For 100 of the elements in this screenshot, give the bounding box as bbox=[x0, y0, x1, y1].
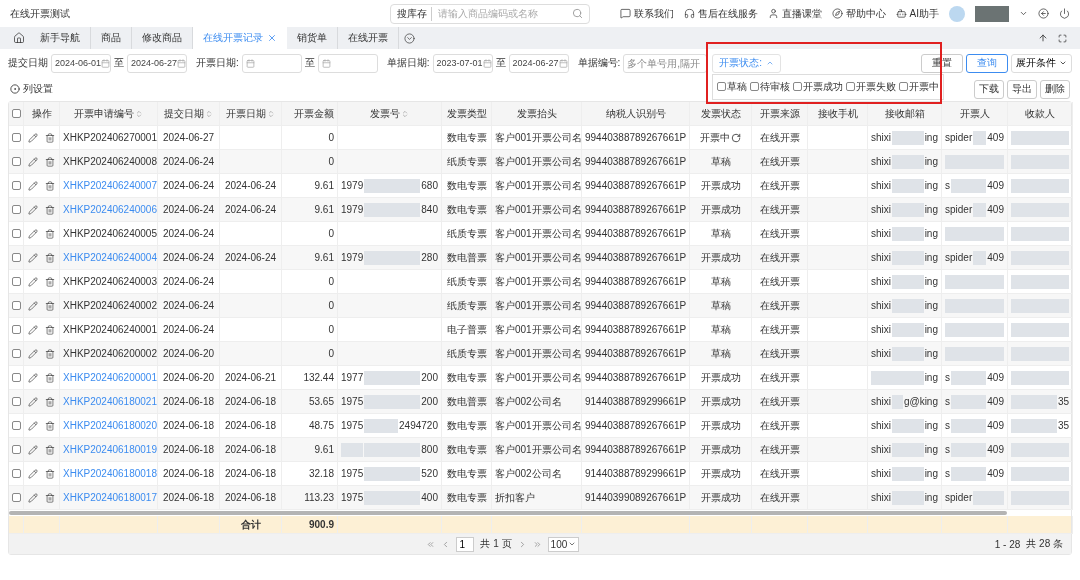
checkbox[interactable] bbox=[11, 373, 21, 382]
checkbox[interactable] bbox=[11, 445, 21, 454]
edit-icon[interactable] bbox=[28, 492, 38, 503]
edit-icon[interactable] bbox=[28, 396, 38, 407]
checkbox[interactable] bbox=[11, 205, 21, 214]
calendar-icon[interactable] bbox=[177, 58, 187, 68]
page-size-select[interactable]: 100 bbox=[547, 536, 580, 552]
tab[interactable]: 商品 bbox=[91, 27, 132, 49]
edit-icon[interactable] bbox=[28, 252, 38, 263]
expand-button[interactable]: 展开条件 bbox=[1011, 53, 1072, 73]
checkbox[interactable] bbox=[11, 253, 21, 262]
power-icon[interactable] bbox=[1059, 8, 1070, 19]
edit-icon[interactable] bbox=[28, 468, 38, 479]
checkbox[interactable] bbox=[750, 82, 760, 91]
edit-icon[interactable] bbox=[28, 420, 38, 431]
delete-icon[interactable] bbox=[45, 420, 55, 431]
checkbox[interactable] bbox=[717, 82, 727, 91]
search-box[interactable]: 搜库存 请输入商品编码或名称 bbox=[389, 3, 590, 24]
edit-icon[interactable] bbox=[28, 156, 38, 167]
column-header[interactable]: 开票人 bbox=[959, 106, 990, 121]
close-icon[interactable] bbox=[267, 33, 277, 43]
checkbox[interactable] bbox=[899, 82, 909, 91]
column-header[interactable]: 开票日期 bbox=[226, 106, 266, 121]
edit-icon[interactable] bbox=[28, 372, 38, 383]
option-label[interactable]: 待审核 bbox=[760, 79, 791, 94]
action-button[interactable]: 下载 bbox=[974, 79, 1004, 99]
back-icon[interactable] bbox=[1038, 8, 1049, 19]
edit-icon[interactable] bbox=[28, 132, 38, 143]
option-label[interactable]: 开票中 bbox=[909, 79, 940, 94]
delete-icon[interactable] bbox=[45, 396, 55, 407]
column-header[interactable]: 发票状态 bbox=[700, 106, 741, 121]
date-field[interactable]: 2024-06-01 bbox=[51, 53, 111, 73]
delete-icon[interactable] bbox=[45, 492, 55, 503]
calendar-icon[interactable] bbox=[558, 58, 568, 68]
date-field[interactable] bbox=[241, 53, 302, 73]
checkbox[interactable] bbox=[11, 421, 21, 430]
column-header[interactable]: 接收手机 bbox=[817, 106, 858, 121]
search-icon[interactable] bbox=[571, 8, 583, 19]
checkbox[interactable] bbox=[11, 229, 21, 238]
column-header[interactable]: 发票抬头 bbox=[516, 106, 557, 121]
header-link[interactable]: 售后在线服务 bbox=[683, 6, 758, 21]
edit-icon[interactable] bbox=[28, 444, 38, 455]
date-field[interactable]: 2023-07-01 bbox=[432, 53, 493, 73]
column-header[interactable]: 接收邮箱 bbox=[884, 106, 925, 121]
date-field[interactable]: 2024-06-27 bbox=[508, 53, 569, 73]
delete-icon[interactable] bbox=[45, 372, 55, 383]
input-field[interactable]: 多个单号用,隔开 bbox=[623, 53, 708, 73]
edit-icon[interactable] bbox=[28, 204, 38, 215]
tab[interactable]: 在线开票记录 bbox=[193, 27, 287, 49]
checkbox[interactable] bbox=[846, 82, 856, 91]
column-header[interactable]: 开票来源 bbox=[759, 106, 800, 121]
tab[interactable]: 新手导航 bbox=[30, 27, 91, 49]
checkbox[interactable] bbox=[11, 493, 21, 502]
date-field[interactable] bbox=[317, 53, 378, 73]
checkbox[interactable] bbox=[793, 82, 803, 91]
checkbox[interactable] bbox=[11, 349, 21, 358]
column-header[interactable]: 开票申请编号 bbox=[74, 106, 134, 121]
edit-icon[interactable] bbox=[28, 300, 38, 311]
delete-icon[interactable] bbox=[45, 468, 55, 479]
edit-icon[interactable] bbox=[28, 348, 38, 359]
column-header[interactable]: 操作 bbox=[31, 106, 52, 121]
column-header[interactable]: 发票类型 bbox=[446, 106, 487, 121]
scrollbar[interactable] bbox=[9, 511, 1008, 515]
delete-icon[interactable] bbox=[45, 348, 55, 359]
date-field[interactable]: 2024-06-27 bbox=[127, 53, 187, 73]
header-link[interactable]: AI助手 bbox=[895, 6, 939, 21]
tab[interactable]: 销货单 bbox=[287, 27, 338, 49]
delete-icon[interactable] bbox=[45, 276, 55, 287]
checkbox[interactable] bbox=[11, 181, 21, 190]
checkbox[interactable] bbox=[11, 301, 21, 310]
edit-icon[interactable] bbox=[28, 324, 38, 335]
status-dropdown[interactable]: 开票状态: bbox=[712, 53, 782, 73]
delete-icon[interactable] bbox=[45, 132, 55, 143]
tab[interactable]: 在线开票 bbox=[338, 27, 399, 49]
calendar-icon[interactable] bbox=[245, 58, 255, 68]
header-link[interactable]: 联系我们 bbox=[619, 6, 674, 21]
query-button[interactable]: 查询 bbox=[966, 53, 1008, 73]
column-header[interactable]: 提交日期 bbox=[164, 106, 204, 121]
refresh-icon[interactable] bbox=[731, 132, 741, 143]
calendar-icon[interactable] bbox=[321, 58, 331, 68]
column-header[interactable]: 纳税人识别号 bbox=[605, 106, 666, 121]
header-link[interactable]: 帮助中心 bbox=[831, 6, 886, 21]
delete-icon[interactable] bbox=[45, 156, 55, 167]
select-all-checkbox[interactable] bbox=[11, 109, 21, 118]
checkbox[interactable] bbox=[11, 397, 21, 406]
caret-icon[interactable] bbox=[1019, 9, 1028, 18]
delete-icon[interactable] bbox=[45, 300, 55, 311]
edit-icon[interactable] bbox=[28, 276, 38, 287]
delete-icon[interactable] bbox=[45, 204, 55, 215]
action-button[interactable]: 导出 bbox=[1007, 79, 1037, 99]
delete-icon[interactable] bbox=[45, 324, 55, 335]
column-header[interactable]: 收款人 bbox=[1025, 106, 1055, 121]
checkbox[interactable] bbox=[11, 469, 21, 478]
checkbox[interactable] bbox=[11, 325, 21, 334]
checkbox[interactable] bbox=[11, 157, 21, 166]
edit-icon[interactable] bbox=[28, 228, 38, 239]
option-label[interactable]: 草稿 bbox=[727, 79, 748, 94]
delete-icon[interactable] bbox=[45, 444, 55, 455]
edit-icon[interactable] bbox=[28, 180, 38, 191]
column-header[interactable]: 发票号 bbox=[370, 106, 400, 121]
